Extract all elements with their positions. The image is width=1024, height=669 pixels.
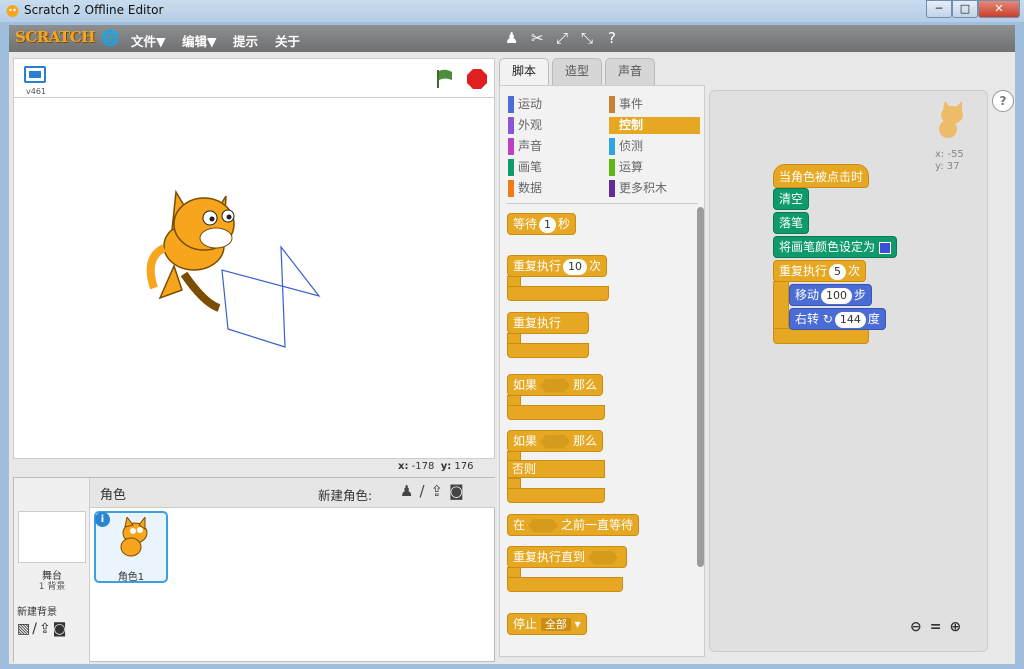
sprite-tools: ♟/⇪◙ bbox=[400, 482, 470, 500]
globe-icon[interactable]: 🌐 bbox=[101, 29, 120, 47]
sprite-x: x: -55 bbox=[935, 149, 964, 160]
editor-main: v461 x: -178 y: 176 舞台 1 背景 新建背景 ▧/⇪◙ 角色… bbox=[9, 52, 1015, 664]
category-operators[interactable]: 运算 bbox=[609, 159, 643, 176]
close-button[interactable]: ✕ bbox=[978, 0, 1020, 18]
repeat-block[interactable]: 重复执行 10 次 bbox=[507, 255, 608, 277]
sprite-y: y: 37 bbox=[935, 161, 960, 172]
wait-until-block[interactable]: 在之前一直等待 bbox=[507, 514, 640, 536]
title-bar: Scratch 2 Offline Editor ─ □ ✕ bbox=[0, 0, 1024, 22]
clear-block[interactable]: 清空 bbox=[773, 188, 810, 210]
file-menu[interactable]: 文件▼ bbox=[131, 31, 166, 50]
pen-star-drawing bbox=[221, 245, 321, 348]
shrink-icon[interactable]: ⤡ bbox=[581, 29, 593, 47]
editor-tabs: 脚本 造型 声音 bbox=[499, 58, 658, 85]
stop-block[interactable]: 停止 全部 ▾ bbox=[507, 613, 587, 635]
version-label: v461 bbox=[26, 87, 47, 96]
sprite-panel: 舞台 1 背景 新建背景 ▧/⇪◙ 角色 新建角色: ♟/⇪◙ i 角色1 bbox=[13, 477, 495, 663]
scratch-cat-icon bbox=[6, 5, 19, 17]
stop-dropdown[interactable]: 全部 bbox=[540, 618, 571, 631]
stage-header: v461 bbox=[13, 58, 495, 100]
pen-down-block[interactable]: 落笔 bbox=[773, 212, 810, 234]
stamp-icon[interactable]: ♟ bbox=[505, 29, 518, 47]
category-looks[interactable]: 外观 bbox=[508, 117, 542, 134]
stage-canvas[interactable] bbox=[13, 97, 495, 459]
palette-scrollbar[interactable] bbox=[697, 207, 704, 567]
sprites-title: 角色 bbox=[100, 488, 127, 503]
zoom-out-icon[interactable]: ⊖ bbox=[910, 619, 930, 635]
turn-right-block[interactable]: 右转 ↻ 144 度 bbox=[789, 308, 886, 330]
if-block[interactable]: 如果 那么 bbox=[507, 374, 604, 396]
upload-icon[interactable]: ⇪ bbox=[39, 621, 53, 637]
stage-bg-count: 1 背景 bbox=[38, 582, 66, 592]
category-data[interactable]: 数据 bbox=[508, 180, 542, 197]
repeat-5-block[interactable]: 重复执行 5 次 bbox=[773, 260, 867, 282]
category-pen[interactable]: 画笔 bbox=[508, 159, 542, 176]
zoom-in-icon[interactable]: ⊕ bbox=[949, 619, 969, 635]
scratch-cat-sprite[interactable] bbox=[146, 189, 235, 312]
pen-color-swatch[interactable] bbox=[878, 241, 891, 254]
camera-sprite-icon[interactable]: ◙ bbox=[449, 482, 470, 500]
info-icon[interactable]: i bbox=[95, 512, 110, 527]
category-control[interactable]: 控制 bbox=[609, 117, 700, 134]
upload-sprite-icon[interactable]: ⇪ bbox=[431, 482, 450, 500]
category-more-blocks[interactable]: 更多积木 bbox=[609, 180, 667, 197]
menu-bar: SCRATCH 🌐 文件▼ 编辑▼ 提示 关于 ♟ ✂ ⤢ ⤡ ? bbox=[9, 25, 1015, 52]
category-sensing[interactable]: 侦测 bbox=[609, 138, 643, 155]
cat-thumb-icon bbox=[120, 517, 148, 557]
tab-scripts[interactable]: 脚本 bbox=[499, 58, 550, 85]
forever-block[interactable]: 重复执行 bbox=[507, 312, 589, 334]
sprite-corner-icon bbox=[939, 101, 963, 138]
category-events[interactable]: 事件 bbox=[609, 96, 643, 113]
tips-menu[interactable]: 提示 bbox=[233, 31, 258, 50]
scratch-logo[interactable]: SCRATCH bbox=[15, 28, 95, 46]
else-section: 否则 bbox=[507, 460, 605, 478]
mouse-coords: x: -178 y: 176 bbox=[398, 461, 474, 472]
backdrop-tools: ▧/⇪◙ bbox=[17, 621, 68, 637]
green-flag-icon[interactable] bbox=[434, 68, 456, 90]
category-motion[interactable]: 运动 bbox=[508, 96, 542, 113]
about-menu[interactable]: 关于 bbox=[275, 31, 300, 50]
paint-icon[interactable]: ▧ bbox=[17, 621, 32, 637]
repeat-until-block[interactable]: 重复执行直到 bbox=[507, 546, 628, 568]
brush-icon[interactable]: / bbox=[32, 621, 39, 637]
new-backdrop-label: 新建背景 bbox=[17, 607, 57, 618]
set-pen-color-block[interactable]: 将画笔颜色设定为 bbox=[773, 236, 897, 258]
rotate-cw-icon: ↻ bbox=[822, 312, 833, 326]
sprite-name: 角色1 bbox=[117, 572, 145, 583]
help-icon[interactable]: ? bbox=[608, 29, 616, 47]
window-title: Scratch 2 Offline Editor bbox=[24, 3, 164, 17]
if-else-block[interactable]: 如果 那么 bbox=[507, 430, 604, 452]
maximize-button[interactable]: □ bbox=[952, 0, 978, 18]
wait-block[interactable]: 等待 1 秒 bbox=[507, 213, 577, 235]
grow-icon[interactable]: ⤢ bbox=[556, 29, 568, 47]
library-icon[interactable]: ♟ bbox=[400, 482, 419, 500]
minimize-button[interactable]: ─ bbox=[926, 0, 952, 18]
new-sprite-label: 新建角色: bbox=[318, 488, 373, 503]
cut-icon[interactable]: ✂ bbox=[531, 29, 544, 47]
fullscreen-icon[interactable] bbox=[24, 66, 46, 83]
scripts-area[interactable]: x: -55 y: 37 当角色被点击时 清空 落笔 将画笔颜色设定为 重复执行… bbox=[709, 90, 988, 652]
block-palette: 运动 外观 声音 画笔 数据 事件 控制 侦测 运算 更多积木 等待 1 秒 重复执… bbox=[499, 85, 705, 657]
move-steps-block[interactable]: 移动 100 步 bbox=[789, 284, 873, 306]
camera-icon[interactable]: ◙ bbox=[53, 621, 69, 637]
category-sound[interactable]: 声音 bbox=[508, 138, 542, 155]
stage-thumbnail[interactable] bbox=[18, 511, 86, 563]
stop-icon[interactable] bbox=[466, 68, 488, 90]
edit-menu[interactable]: 编辑▼ bbox=[182, 31, 217, 50]
help-panel-icon[interactable]: ? bbox=[992, 90, 1014, 112]
when-clicked-hat-block[interactable]: 当角色被点击时 bbox=[773, 164, 870, 188]
tab-sounds[interactable]: 声音 bbox=[605, 58, 656, 85]
sprite-panel-header: 角色 新建角色: ♟/⇪◙ bbox=[90, 478, 495, 508]
zoom-reset-icon[interactable]: = bbox=[930, 619, 950, 635]
paint-brush-icon[interactable]: / bbox=[419, 482, 430, 500]
stage-column: 舞台 1 背景 新建背景 ▧/⇪◙ bbox=[14, 478, 90, 663]
zoom-controls: ⊖=⊕ bbox=[910, 619, 969, 635]
sprite-thumbnail-1[interactable]: i 角色1 bbox=[94, 511, 168, 583]
tab-costumes[interactable]: 造型 bbox=[552, 58, 603, 85]
